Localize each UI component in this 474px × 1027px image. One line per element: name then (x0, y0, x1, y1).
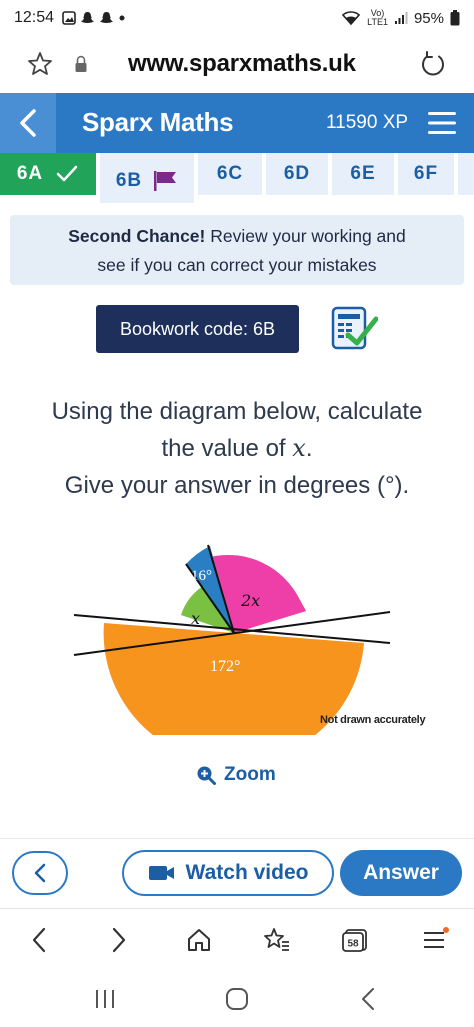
tab-6d[interactable]: 6D (266, 153, 328, 195)
status-bar: 12:54 Vo) LTE1 95% (0, 0, 474, 36)
tab-6f[interactable]: 6F (398, 153, 454, 195)
reload-icon[interactable] (418, 50, 448, 80)
chevron-left-icon (34, 863, 46, 883)
zoom-label: Zoom (224, 764, 276, 785)
tabs-icon: 58 (342, 929, 367, 952)
tabs-count: 58 (347, 939, 359, 950)
snapchat-icon (81, 11, 95, 23)
dot-icon (119, 15, 125, 21)
question-actions: Watch video Answer (0, 838, 474, 908)
browser-url-bar: www.sparxmaths.uk (0, 36, 474, 92)
answer-button[interactable]: Answer (340, 850, 462, 896)
status-time: 12:54 (14, 9, 55, 26)
label-x: x (191, 609, 200, 628)
browser-back-button[interactable] (22, 923, 56, 957)
question-line2: the value of x. (0, 430, 474, 467)
chevron-left-icon (20, 109, 36, 137)
label-2x: 2x (240, 591, 260, 610)
tab-label: 6A (16, 163, 44, 184)
tab-6a[interactable]: 6A (0, 153, 96, 195)
snapchat-icon-2 (100, 11, 114, 23)
browser-bookmarks-button[interactable] (260, 923, 294, 957)
arrow-forward-icon (112, 927, 126, 953)
notification-dot-icon (443, 927, 449, 933)
banner-line1: Review your working and (205, 226, 406, 246)
arrow-back-icon (32, 927, 46, 953)
bookmarks-star-icon (264, 928, 289, 951)
gallery-icon (62, 11, 76, 25)
tab-label: 6B (115, 170, 143, 191)
watch-video-button[interactable]: Watch video (122, 850, 334, 896)
hamburger-icon (424, 927, 449, 948)
home-button-icon[interactable] (222, 986, 252, 1012)
question-line2-prefix: the value of (161, 435, 293, 462)
header-back-button[interactable] (0, 93, 56, 153)
battery-percent: 95% (413, 9, 444, 27)
app-header: Sparx Maths 11590 XP (0, 93, 474, 153)
tab-label: 6D (283, 163, 311, 184)
tab-6c[interactable]: 6C (198, 153, 262, 195)
label-172: 172° (210, 658, 240, 675)
wifi-icon (342, 11, 361, 26)
banner-line2: see if you can correct your mistakes (97, 255, 377, 275)
zoom-button[interactable]: Zoom (196, 764, 276, 786)
tab-6e[interactable]: 6E (332, 153, 394, 195)
tab-label: 6C (216, 163, 244, 184)
notification-icons (62, 11, 126, 26)
question-line3: Give your answer in degrees (°). (64, 472, 410, 499)
battery-icon (450, 10, 460, 26)
browser-tabs-button[interactable]: 58 (338, 923, 372, 957)
flag-icon (154, 171, 177, 191)
signal-label-bottom: LTE1 (367, 17, 388, 27)
tab-label: 6F (413, 163, 439, 184)
signal-icon (394, 12, 408, 24)
check-icon (56, 165, 78, 182)
banner-bold: Second Chance! (68, 226, 206, 246)
browser-forward-button[interactable] (102, 923, 136, 957)
xp-counter: 11590 XP (326, 112, 409, 133)
angle-diagram: 16° x 2x 172° (73, 544, 391, 735)
browser-nav: 58 (0, 908, 474, 972)
home-icon (188, 929, 210, 951)
question-line2-suffix: . (305, 435, 313, 462)
lock-icon[interactable] (74, 55, 88, 73)
bookwork-code: Bookwork code: 6B (96, 305, 299, 353)
question-text: Using the diagram below, calculate the v… (0, 393, 474, 504)
recent-apps-icon[interactable] (90, 986, 120, 1012)
back-button[interactable] (12, 851, 68, 895)
bookwork-check-icon[interactable] (330, 305, 378, 353)
app-title: Sparx Maths (82, 107, 234, 137)
second-chance-banner: Second Chance! Review your working and s… (10, 215, 464, 285)
url-text[interactable]: www.sparxmaths.uk (128, 50, 356, 78)
watch-video-label: Watch video (185, 861, 309, 884)
status-right: Vo) LTE1 95% (341, 9, 460, 27)
menu-icon[interactable] (428, 110, 456, 136)
tab-6b[interactable]: 6B (100, 153, 194, 203)
tab-label: 6E (350, 163, 376, 184)
system-back-icon[interactable] (354, 986, 384, 1012)
question-variable: x (292, 434, 306, 462)
bookmark-star-icon[interactable] (26, 50, 54, 78)
browser-home-button[interactable] (182, 923, 216, 957)
question-line1: Using the diagram below, calculate (51, 398, 423, 425)
not-drawn-note: Not drawn accurately (320, 714, 426, 726)
browser-menu-button[interactable] (418, 923, 452, 957)
zoom-in-icon (197, 766, 216, 785)
task-tabs: 6A 6B 6C 6D 6E 6F (0, 153, 474, 203)
label-16: 16° (191, 568, 212, 584)
signal-label: Vo) LTE1 (367, 9, 388, 27)
system-nav (0, 972, 474, 1027)
tab-partial[interactable] (458, 153, 474, 195)
video-camera-icon (148, 866, 174, 880)
